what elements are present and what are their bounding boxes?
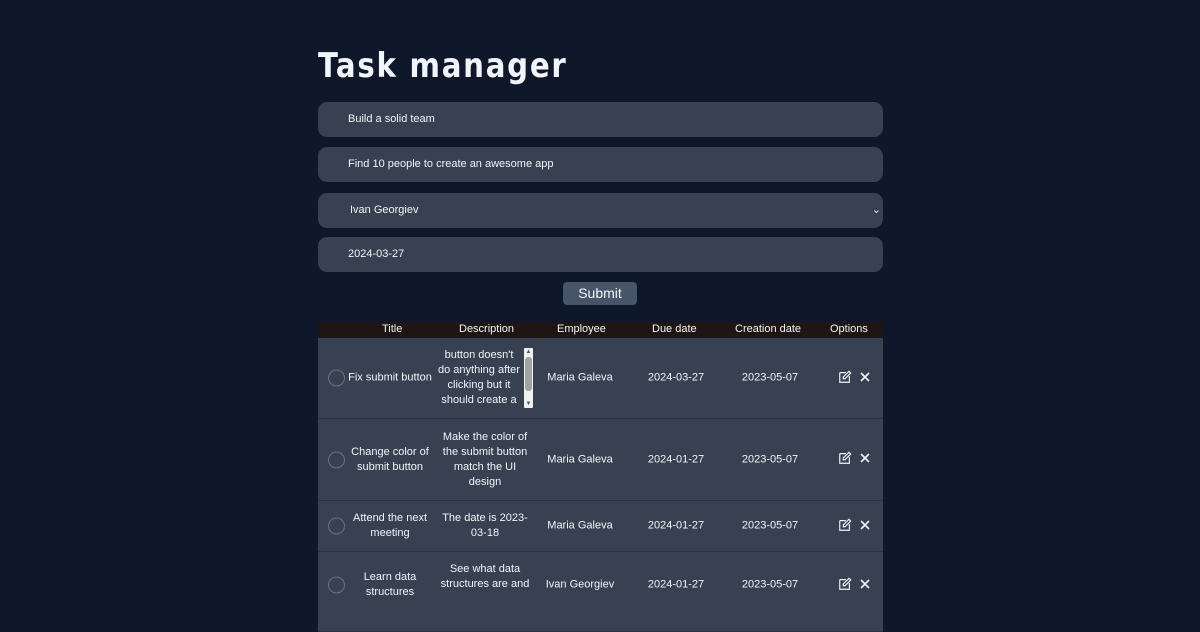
table-row: Fix submit button button doesn't do anyt… — [318, 338, 883, 419]
task-description-line: should create a — [441, 394, 517, 406]
task-creation-date: 2023-05-07 — [741, 371, 799, 384]
submit-button[interactable]: Submit — [563, 282, 637, 305]
task-creation-date: 2023-05-07 — [741, 578, 799, 591]
close-icon[interactable] — [859, 452, 871, 464]
description-scrollbar[interactable]: ▲ ▼ — [524, 348, 533, 408]
task-description-line: design — [468, 476, 502, 488]
task-description-line: the submit button — [442, 446, 528, 458]
tasks-table: Title Description Employee Due date Crea… — [318, 322, 883, 632]
task-due-date: 2024-01-27 — [647, 453, 705, 466]
close-icon[interactable] — [859, 578, 871, 590]
task-creation-date: 2023-05-07 — [741, 453, 799, 466]
close-icon[interactable] — [859, 371, 871, 383]
task-title-line: Attend the next — [353, 512, 427, 524]
task-title: Attend the next meeting — [348, 511, 432, 541]
task-title-line: Learn data — [363, 571, 417, 583]
edit-icon[interactable] — [838, 370, 852, 384]
table-row: Change color of submit button Make the c… — [318, 419, 883, 501]
task-description: Make the color of the submit button matc… — [435, 430, 535, 490]
task-description-line: The date is 2023- — [442, 512, 528, 524]
circle-checkbox-icon[interactable] — [328, 576, 345, 594]
task-title: Fix submit button — [348, 371, 432, 386]
table-row: Attend the next meeting The date is 2023… — [318, 501, 883, 552]
task-description-scrollbox[interactable]: button doesn't do anything after clickin… — [437, 348, 533, 408]
task-employee: Maria Galeva — [547, 453, 613, 466]
edit-icon[interactable] — [838, 451, 852, 465]
task-employee: Maria Galeva — [547, 519, 613, 532]
task-description-line: do anything after — [438, 364, 520, 376]
task-title: Change color of submit button — [348, 445, 432, 475]
header-options: Options — [830, 323, 868, 335]
task-due-date: 2024-01-27 — [647, 578, 705, 591]
circle-checkbox-icon[interactable] — [328, 369, 345, 387]
task-title-line: Change color of — [351, 446, 429, 458]
task-title-line: meeting — [370, 527, 410, 539]
employee-select[interactable]: Ivan Georgiev ⌄ — [318, 193, 883, 228]
task-description: See what data structures are and — [435, 562, 535, 592]
task-title-line: Fix submit button — [348, 371, 432, 384]
due-date-input[interactable]: 2024-03-27 — [318, 237, 883, 272]
header-employee: Employee — [557, 323, 606, 335]
description-input[interactable]: Find 10 people to create an awesome app — [318, 147, 883, 182]
close-icon[interactable] — [859, 519, 871, 531]
chevron-down-icon: ⌄ — [871, 204, 881, 216]
task-description: The date is 2023- 03-18 — [435, 511, 535, 541]
task-description-line: match the UI — [453, 461, 517, 473]
task-description-line: See what data — [449, 563, 521, 575]
header-description: Description — [459, 323, 515, 335]
page-title: Task manager — [318, 46, 568, 86]
task-title: Learn data structures — [348, 570, 432, 600]
task-description-line: clicking but it — [447, 379, 511, 391]
task-description-line: 03-18 — [470, 527, 500, 539]
task-creation-date: 2023-05-07 — [741, 519, 799, 532]
header-due-date: Due date — [652, 323, 697, 335]
circle-checkbox-icon[interactable] — [328, 517, 345, 535]
scroll-thumb[interactable] — [525, 357, 532, 391]
task-due-date: 2024-01-27 — [647, 519, 705, 532]
edit-icon[interactable] — [838, 577, 852, 591]
edit-icon[interactable] — [838, 518, 852, 532]
scroll-down-icon[interactable]: ▼ — [524, 400, 533, 408]
header-creation-date: Creation date — [735, 323, 802, 335]
title-input[interactable]: Build a solid team — [318, 102, 883, 137]
header-title: Title — [382, 323, 403, 335]
employee-select-value: Ivan Georgiev — [350, 204, 419, 216]
task-employee: Maria Galeva — [547, 371, 613, 384]
task-title-line: submit button — [356, 461, 424, 473]
task-due-date: 2024-03-27 — [647, 371, 705, 384]
circle-checkbox-icon[interactable] — [328, 451, 345, 469]
scroll-up-icon[interactable]: ▲ — [524, 348, 533, 356]
task-employee: Ivan Georgiev — [545, 578, 615, 591]
task-description-line: button doesn't — [444, 349, 514, 361]
table-header: Title Description Employee Due date Crea… — [318, 322, 883, 338]
table-row: Learn data structures See what data stru… — [318, 552, 883, 632]
task-description-line: Make the color of — [442, 431, 528, 443]
task-title-line: structures — [365, 586, 415, 598]
